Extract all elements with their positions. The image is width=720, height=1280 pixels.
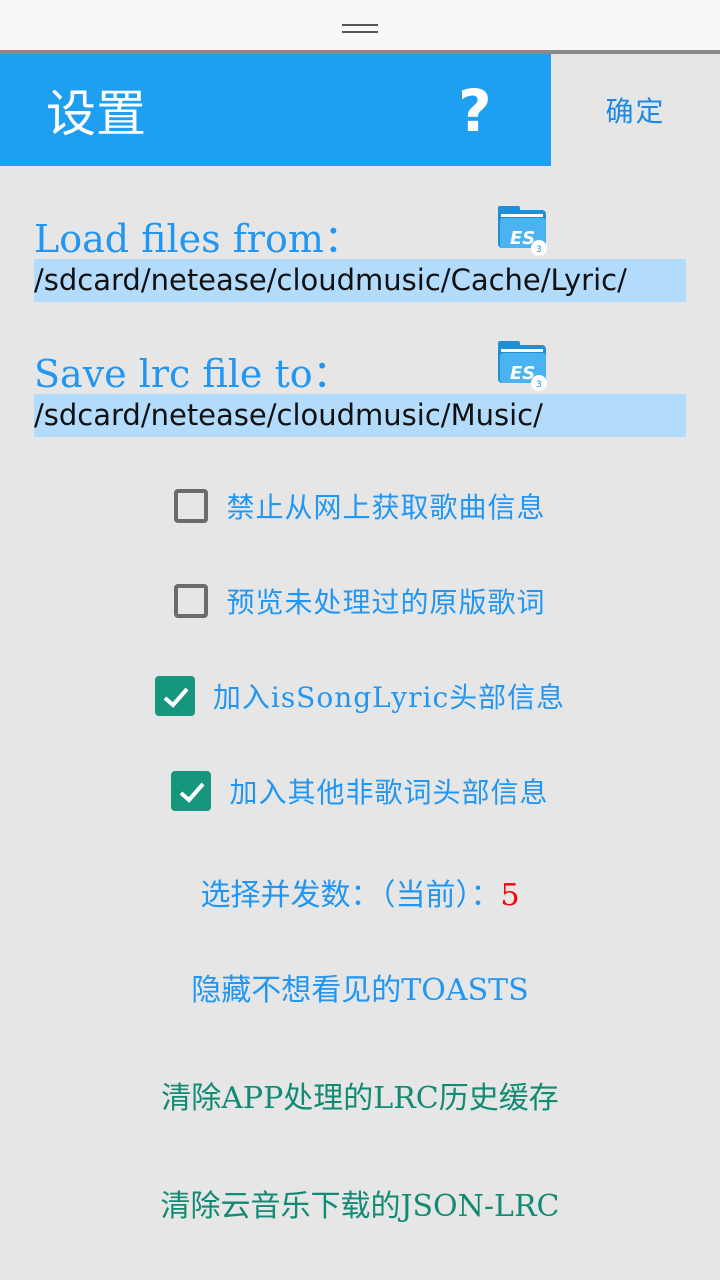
- checkbox-checked[interactable]: [171, 771, 212, 811]
- option-preview-raw-lyrics[interactable]: 预览未处理过的原版歌词: [0, 581, 720, 621]
- check-icon: [163, 687, 189, 708]
- help-icon[interactable]: ?: [458, 82, 492, 140]
- clear-lrc-cache-button[interactable]: 清除APP处理的LRC历史缓存: [0, 1073, 720, 1117]
- save-path-field[interactable]: /sdcard/netease/cloudmusic/Music/: [34, 394, 686, 437]
- concurrency-value: 5: [500, 878, 520, 913]
- clear-json-lrc-button[interactable]: 清除云音乐下载的JSON-LRC: [0, 1181, 720, 1225]
- page-title: 设置: [46, 85, 146, 143]
- check-icon: [180, 782, 205, 803]
- option-add-other-header[interactable]: 加入其他非歌词头部信息: [0, 771, 720, 811]
- load-files-label: Load files from：: [34, 217, 362, 261]
- es-file-explorer-icon[interactable]: ES 3: [496, 339, 550, 391]
- load-path-field[interactable]: /sdcard/netease/cloudmusic/Cache/Lyric/: [34, 259, 686, 302]
- option-label: 加入其他非歌词头部信息: [229, 776, 549, 809]
- confirm-button[interactable]: 确定: [551, 54, 720, 166]
- concurrency-selector[interactable]: 选择并发数：（当前）：5: [0, 870, 720, 914]
- settings-header: 设置 ?: [0, 54, 551, 166]
- svg-text:3: 3: [536, 380, 542, 390]
- option-label: 禁止从网上获取歌曲信息: [226, 491, 546, 524]
- save-files-label: Save lrc file to：: [34, 352, 351, 396]
- option-label: 预览未处理过的原版歌词: [226, 586, 546, 619]
- option-add-issonglyric-header[interactable]: 加入isSongLyric头部信息: [0, 676, 720, 716]
- checkbox[interactable]: [174, 489, 209, 523]
- drag-handle-line: [342, 24, 378, 26]
- option-label: 加入isSongLyric头部信息: [212, 681, 566, 714]
- es-file-explorer-icon[interactable]: ES 3: [496, 204, 550, 256]
- drag-handle-line: [342, 31, 378, 33]
- svg-text:3: 3: [536, 245, 542, 255]
- top-bar: [0, 0, 720, 54]
- hide-toasts-button[interactable]: 隐藏不想看见的TOASTS: [0, 965, 720, 1009]
- concurrency-label: 选择并发数：（当前）：: [200, 878, 501, 913]
- checkbox[interactable]: [174, 584, 209, 618]
- option-disable-online-info[interactable]: 禁止从网上获取歌曲信息: [0, 486, 720, 526]
- checkbox-checked[interactable]: [154, 676, 195, 716]
